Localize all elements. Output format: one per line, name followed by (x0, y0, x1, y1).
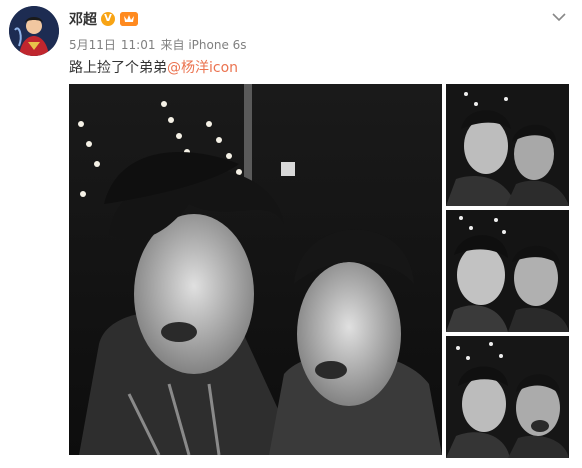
photo-thumbnail-2[interactable] (446, 210, 569, 332)
photo-main[interactable] (69, 84, 442, 455)
avatar-icon (9, 6, 59, 56)
member-level-icon[interactable] (120, 12, 138, 26)
weibo-post: 邓超 V 5月11日 11:01 来自 iPhone 6s 路上捡了个弟弟@杨洋ic… (0, 0, 582, 468)
post-text-body: 路上捡了个弟弟 (69, 60, 167, 76)
post-date[interactable]: 5月11日 (69, 38, 116, 52)
photo-thumbnail-3[interactable] (446, 336, 569, 458)
verified-v-icon: V (101, 12, 115, 26)
photo-thumbnail-1[interactable] (446, 84, 569, 206)
post-time[interactable]: 11:01 (121, 38, 156, 52)
chevron-down-icon[interactable] (551, 7, 567, 22)
username[interactable]: 邓超 (69, 12, 97, 28)
avatar[interactable] (9, 6, 59, 56)
post-meta: 5月11日 11:01 来自 iPhone 6s (69, 38, 252, 52)
post-text: 路上捡了个弟弟@杨洋icon (69, 59, 238, 77)
post-source[interactable]: 来自 iPhone 6s (161, 38, 247, 52)
mention-link[interactable]: @杨洋icon (167, 60, 238, 76)
